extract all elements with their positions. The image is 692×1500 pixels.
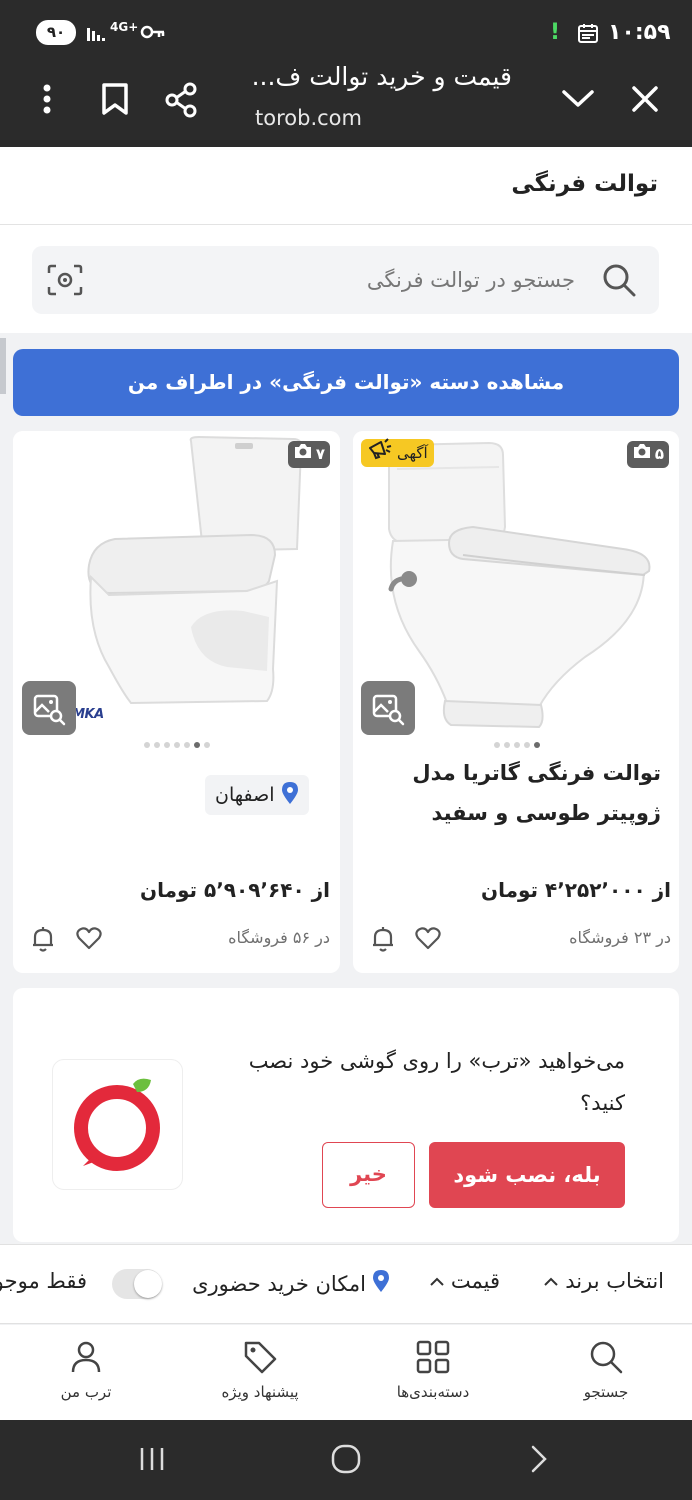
tag-icon bbox=[242, 1341, 278, 1379]
home-icon[interactable] bbox=[331, 1444, 361, 1478]
vpn-key-icon bbox=[140, 22, 166, 46]
bell-icon[interactable] bbox=[31, 926, 55, 956]
search-section bbox=[0, 225, 692, 333]
recent-apps-icon[interactable] bbox=[138, 1445, 166, 1477]
camera-icon bbox=[632, 441, 652, 468]
bottom-nav: جستجو دسته‌بندی‌ها پیشنهاد ویژه ترب من bbox=[0, 1325, 692, 1420]
city-chip[interactable]: اصفهان bbox=[205, 775, 309, 815]
install-app-card: می‌خواهید «ترب» را روی گوشی خود نصب کنید… bbox=[13, 988, 679, 1242]
product-card[interactable]: ۷ RAMKA اصفهان از ۵٬۹۰۹٬۶۴۰ تومان در ۵۶ … bbox=[13, 431, 340, 973]
back-icon[interactable] bbox=[528, 1444, 550, 1478]
ad-badge: آگهی bbox=[361, 437, 434, 469]
carousel-dots bbox=[494, 742, 540, 748]
photo-count-badge: ۷ bbox=[287, 441, 330, 468]
bell-icon[interactable] bbox=[371, 926, 395, 956]
page-title: قیمت و خرید توالت ف... bbox=[251, 62, 512, 91]
clock: ۱۰:۵۹ bbox=[608, 20, 671, 45]
search-icon bbox=[588, 1341, 624, 1379]
category-title: توالت فرنگی bbox=[511, 171, 658, 197]
similar-images-button[interactable] bbox=[361, 681, 415, 735]
photo-count-badge: ۵ bbox=[626, 441, 669, 468]
camera-icon bbox=[293, 441, 313, 468]
search-input[interactable] bbox=[155, 264, 575, 296]
product-card[interactable]: ۵ آگهی توالت فرنگی گاتریا مدل ژوپیتر طوس… bbox=[353, 431, 679, 973]
chevron-up-icon bbox=[543, 1269, 559, 1293]
page-url[interactable]: torob.com bbox=[255, 106, 362, 130]
location-pin-icon bbox=[281, 781, 299, 810]
in-person-toggle[interactable] bbox=[112, 1269, 162, 1299]
product-price: از ۵٬۹۰۹٬۶۴۰ تومان bbox=[140, 878, 330, 902]
store-count: در ۲۳ فروشگاه bbox=[569, 928, 671, 947]
chevron-down-icon[interactable] bbox=[560, 86, 596, 114]
toggle-knob bbox=[134, 1270, 162, 1298]
alert-icon: ! bbox=[550, 20, 561, 45]
side-accent bbox=[0, 338, 6, 394]
search-box[interactable] bbox=[32, 246, 659, 314]
calendar-icon bbox=[577, 22, 599, 48]
filter-brand[interactable]: انتخاب برند bbox=[543, 1269, 664, 1293]
near-me-button[interactable]: مشاهده دسته «توالت فرنگی» در اطراف من bbox=[13, 349, 679, 416]
megaphone-icon bbox=[367, 437, 393, 469]
store-count: در ۵۶ فروشگاه bbox=[228, 928, 330, 947]
signal-icon bbox=[86, 22, 106, 46]
bookmark-icon[interactable] bbox=[101, 82, 129, 120]
grid-icon bbox=[415, 1340, 451, 1379]
nav-special-offers[interactable]: پیشنهاد ویژه bbox=[190, 1339, 330, 1401]
heart-icon[interactable] bbox=[76, 927, 102, 955]
filter-in-person[interactable]: امکان خرید حضوری bbox=[192, 1269, 390, 1298]
location-pin-icon bbox=[372, 1269, 390, 1298]
install-yes-button[interactable]: بله، نصب شود bbox=[429, 1142, 625, 1208]
nav-my-torob[interactable]: ترب من bbox=[16, 1339, 156, 1401]
share-icon[interactable] bbox=[163, 82, 199, 122]
nav-search[interactable]: جستجو bbox=[536, 1339, 676, 1401]
product-price: از ۴٬۲۵۲٬۰۰۰ تومان bbox=[481, 878, 671, 902]
system-nav-bar bbox=[0, 1420, 692, 1500]
torob-app-logo bbox=[52, 1059, 183, 1190]
install-no-button[interactable]: خیر bbox=[322, 1142, 415, 1208]
chevron-up-icon bbox=[429, 1269, 445, 1293]
more-vert-icon[interactable] bbox=[40, 84, 54, 118]
category-header: توالت فرنگی bbox=[0, 147, 692, 225]
heart-icon[interactable] bbox=[415, 927, 441, 955]
nav-categories[interactable]: دسته‌بندی‌ها bbox=[363, 1339, 503, 1401]
network-type: 4G+ bbox=[110, 20, 139, 34]
search-icon bbox=[601, 262, 637, 302]
close-icon[interactable] bbox=[630, 84, 660, 118]
image-search-icon[interactable] bbox=[46, 263, 84, 301]
user-icon bbox=[68, 1341, 104, 1379]
battery-indicator: ۹۰ bbox=[36, 20, 76, 45]
install-prompt-text: می‌خواهید «ترب» را روی گوشی خود نصب کنید… bbox=[248, 1049, 625, 1115]
carousel-dots bbox=[144, 742, 210, 748]
filter-only-available[interactable]: فقط موجود bbox=[0, 1269, 87, 1293]
filter-bar: انتخاب برند قیمت امکان خرید حضوری فقط مو… bbox=[0, 1244, 692, 1324]
browser-top-bar: ۹۰ 4G+ ! ۱۰:۵۹ قیمت و خرید توالت ف... to… bbox=[0, 0, 692, 147]
filter-price[interactable]: قیمت bbox=[429, 1269, 500, 1293]
product-title[interactable]: توالت فرنگی گاتریا مدل ژوپیتر طوسی و سفی… bbox=[371, 753, 661, 833]
similar-images-button[interactable] bbox=[22, 681, 76, 735]
